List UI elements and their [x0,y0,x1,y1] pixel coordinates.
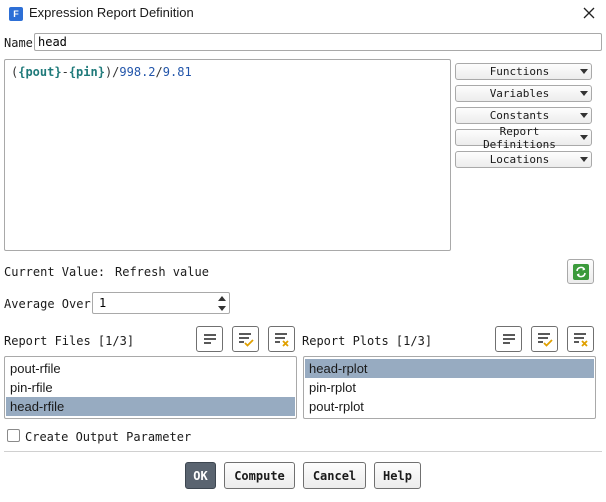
list-item[interactable]: pout-rplot [305,397,594,416]
chevron-down-icon [577,68,591,75]
report-plots-label: Report Plots [1/3] [302,334,433,348]
list-check-icon [537,333,553,347]
report-files-select-all-button[interactable] [232,326,259,352]
average-over-input[interactable] [93,293,215,313]
name-label: Name [4,36,33,50]
list-item[interactable]: head-rfile [6,397,295,416]
report-plots-list-button[interactable] [495,326,522,352]
report-files-list-button[interactable] [196,326,223,352]
current-value-text: Refresh value [115,265,209,279]
current-value-label: Current Value: [4,265,106,279]
chevron-down-icon [577,134,591,141]
functions-dropdown-label: Functions [489,65,550,78]
list-item[interactable]: pin-rfile [6,378,295,397]
average-over-label: Average Over [4,297,91,311]
spin-down-button[interactable] [215,303,229,313]
report-files-deselect-all-button[interactable] [268,326,295,352]
report-files-list: pout-rfile pin-rfile head-rfile [4,356,297,419]
expr-number-density: 998.2 [119,65,156,79]
expr-divide: / [155,65,163,79]
list-clear-icon [274,333,289,347]
expr-minus: - [61,65,69,79]
refresh-button[interactable] [567,259,594,284]
cancel-button[interactable]: Cancel [303,462,366,489]
app-icon: F [9,7,23,21]
constants-dropdown[interactable]: Constants [455,107,592,124]
chevron-down-icon [577,90,591,97]
close-icon [583,7,595,19]
report-files-label: Report Files [1/3] [4,334,135,348]
close-button[interactable] [578,4,600,24]
title-bar: F Expression Report Definition [0,0,606,28]
expr-number-gravity: 9.81 [162,65,192,79]
create-output-parameter-checkbox[interactable] [7,429,20,442]
locations-dropdown-label: Locations [489,153,550,166]
name-input[interactable] [34,33,602,51]
divider [4,451,602,452]
chevron-down-icon [577,112,591,119]
variables-dropdown[interactable]: Variables [455,85,592,102]
ok-button[interactable]: OK [185,462,216,489]
refresh-icon [572,263,589,280]
constants-dropdown-label: Constants [489,109,550,122]
average-over-spinner [92,292,230,314]
list-item[interactable]: pin-rplot [305,378,594,397]
spin-up-button[interactable] [215,293,229,303]
chevron-up-icon [218,295,226,301]
report-plots-deselect-all-button[interactable] [567,326,594,352]
list-item[interactable]: head-rplot [305,359,594,378]
compute-button[interactable]: Compute [224,462,295,489]
expr-variable-pout: {pout} [18,65,62,79]
list-icon [203,334,216,344]
list-check-icon [238,333,254,347]
report-plots-list: head-rplot pin-rplot pout-rplot [303,356,596,419]
functions-dropdown[interactable]: Functions [455,63,592,80]
report-definitions-dropdown-label: Report Definitions [483,124,556,151]
expr-variable-pin: {pin} [68,65,105,79]
report-plots-select-all-button[interactable] [531,326,558,352]
help-button[interactable]: Help [374,462,421,489]
locations-dropdown[interactable]: Locations [455,151,592,168]
chevron-down-icon [577,156,591,163]
variables-dropdown-label: Variables [489,87,550,100]
list-clear-icon [573,333,588,347]
expr-close-paren: )/ [104,65,120,79]
create-output-parameter-label: Create Output Parameter [25,430,192,444]
window-title: Expression Report Definition [29,5,194,20]
chevron-down-icon [218,305,226,311]
expression-editor[interactable]: ({pout}-{pin})/998.2/9.81 [4,59,451,251]
list-icon [502,334,515,344]
list-item[interactable]: pout-rfile [6,359,295,378]
report-definitions-dropdown[interactable]: Report Definitions [455,125,592,151]
